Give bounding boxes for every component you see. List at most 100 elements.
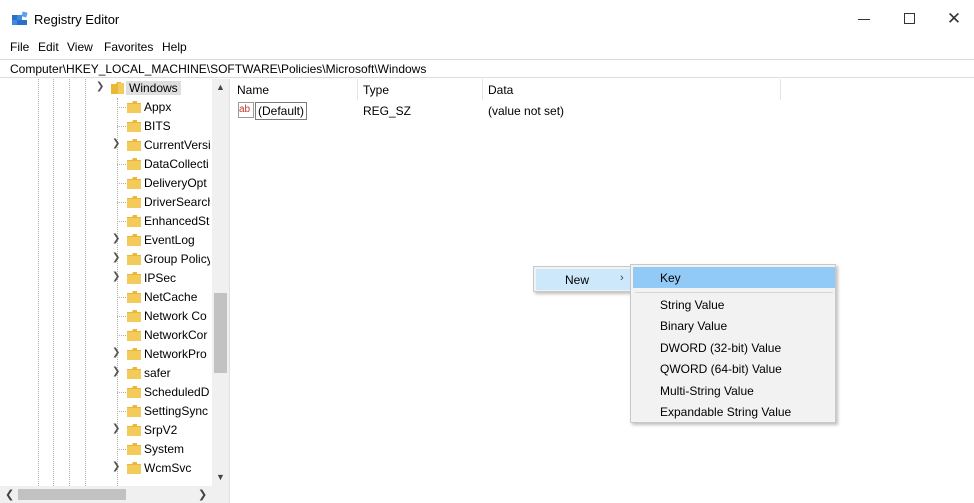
- chevron-right-icon[interactable]: ❯: [112, 366, 122, 377]
- scrollbar-thumb[interactable]: [18, 489, 126, 500]
- tree-item-datacollecti[interactable]: DataCollecti: [0, 155, 212, 174]
- folder-icon: [127, 386, 141, 398]
- folder-icon: [127, 443, 141, 455]
- tree-item-enhancedsto[interactable]: EnhancedSto: [0, 212, 212, 231]
- folder-icon: [127, 329, 141, 341]
- menu-item-multi-string-value[interactable]: Multi-String Value: [633, 380, 835, 401]
- tree-item-label: NetworkCor: [144, 328, 208, 342]
- menu-help[interactable]: Help: [162, 40, 187, 54]
- context-menu: New ›: [533, 266, 631, 292]
- folder-icon: [127, 215, 141, 227]
- close-button[interactable]: ✕: [932, 4, 974, 34]
- new-submenu: Key String Value Binary Value DWORD (32-…: [630, 264, 836, 423]
- folder-icon: [127, 177, 141, 189]
- tree-item-currentversi[interactable]: ❯ CurrentVersi: [0, 136, 212, 155]
- folder-icon: [127, 367, 141, 379]
- chevron-down-icon[interactable]: ❯: [96, 81, 106, 92]
- tree-item-wcmsvc[interactable]: ❯ WcmSvc: [0, 459, 212, 478]
- folder-icon: [127, 272, 141, 284]
- tree-item-safer[interactable]: ❯ safer: [0, 364, 212, 383]
- tree-item-driversearch[interactable]: DriverSearch: [0, 193, 212, 212]
- tree-item-label: SrpV2: [144, 423, 178, 437]
- value-type: REG_SZ: [363, 104, 412, 118]
- tree-item-label: DataCollecti: [144, 157, 209, 171]
- value-data: (value not set): [488, 104, 565, 118]
- column-header-name[interactable]: Name: [232, 79, 358, 100]
- minimize-button[interactable]: [842, 4, 886, 34]
- tree-item-label: NetworkPro: [144, 347, 207, 361]
- tree-connector: [117, 202, 126, 203]
- tree-vertical-scrollbar[interactable]: ▲ ▼: [212, 79, 229, 486]
- tree-item-label: Network Co: [144, 309, 207, 323]
- chevron-right-icon[interactable]: ❯: [112, 271, 122, 282]
- menu-item-dword-value[interactable]: DWORD (32-bit) Value: [633, 337, 835, 358]
- tree-item-system[interactable]: System: [0, 440, 212, 459]
- menu-item-new[interactable]: New ›: [536, 269, 630, 290]
- menu-item-label: Binary Value: [660, 319, 728, 333]
- tree-item-label: IPSec: [144, 271, 177, 285]
- chevron-right-icon[interactable]: ❯: [112, 138, 122, 149]
- tree-item-scheduledd[interactable]: ScheduledD: [0, 383, 212, 402]
- tree-horizontal-scrollbar[interactable]: ❮ ❯: [0, 486, 229, 503]
- menu-item-string-value[interactable]: String Value: [633, 294, 835, 315]
- tree-item-bits[interactable]: BITS: [0, 117, 212, 136]
- tree-connector: [117, 411, 126, 412]
- scroll-down-arrow-icon[interactable]: ▼: [216, 472, 225, 482]
- tree-item-networkcor[interactable]: NetworkCor: [0, 326, 212, 345]
- tree-item-network-co[interactable]: Network Co: [0, 307, 212, 326]
- tree-item-label: EnhancedSto: [144, 214, 210, 228]
- value-name[interactable]: (Default): [255, 102, 308, 120]
- tree-connector: [117, 316, 126, 317]
- window-title: Registry Editor: [34, 12, 120, 27]
- folder-icon: [127, 101, 141, 113]
- tree-item-label: WcmSvc: [144, 461, 192, 475]
- folder-icon: [127, 158, 141, 170]
- maximize-button[interactable]: [888, 4, 932, 34]
- chevron-right-icon[interactable]: ❯: [112, 461, 122, 472]
- tree-item-windows[interactable]: ❯ Windows: [0, 79, 212, 98]
- tree-connector: [117, 107, 126, 108]
- menu-file[interactable]: File: [10, 40, 29, 54]
- tree-item-label: EventLog: [144, 233, 195, 247]
- tree-item-netcache[interactable]: NetCache: [0, 288, 212, 307]
- chevron-right-icon[interactable]: ❯: [112, 347, 122, 358]
- folder-icon: [127, 424, 141, 436]
- close-icon: ✕: [946, 9, 962, 29]
- tree-item-deliveryopt[interactable]: DeliveryOpt: [0, 174, 212, 193]
- folder-icon: [127, 348, 141, 360]
- menu-favorites[interactable]: Favorites: [104, 40, 153, 54]
- menu-item-key[interactable]: Key: [633, 267, 835, 288]
- menu-item-label: Key: [660, 271, 681, 285]
- chevron-right-icon[interactable]: ❯: [112, 233, 122, 244]
- menu-edit[interactable]: Edit: [38, 40, 59, 54]
- chevron-right-icon[interactable]: ❯: [112, 252, 122, 263]
- column-header-data[interactable]: Data: [483, 79, 781, 100]
- folder-icon: [127, 196, 141, 208]
- menu-item-label: New: [565, 273, 590, 287]
- column-header-type[interactable]: Type: [358, 79, 483, 100]
- scrollbar-thumb[interactable]: [214, 293, 227, 373]
- tree-item-settingsync[interactable]: SettingSync: [0, 402, 212, 421]
- tree-item-eventlog[interactable]: ❯ EventLog: [0, 231, 212, 250]
- chevron-right-icon: ›: [620, 272, 624, 284]
- chevron-right-icon[interactable]: ❯: [112, 423, 122, 434]
- tree-item-networkpro[interactable]: ❯ NetworkPro: [0, 345, 212, 364]
- menu-view[interactable]: View: [67, 40, 93, 54]
- address-bar[interactable]: Computer\HKEY_LOCAL_MACHINE\SOFTWARE\Pol…: [0, 59, 974, 78]
- value-row[interactable]: ab (Default) REG_SZ (value not set): [232, 101, 974, 121]
- scroll-right-arrow-icon[interactable]: ❯: [198, 488, 207, 501]
- tree-item-label: safer: [144, 366, 171, 380]
- minimize-icon: [858, 19, 870, 20]
- menu-item-binary-value[interactable]: Binary Value: [633, 315, 835, 336]
- tree-item-appx[interactable]: Appx: [0, 98, 212, 117]
- tree-item-ipsec[interactable]: ❯ IPSec: [0, 269, 212, 288]
- tree-connector: [117, 392, 126, 393]
- scroll-left-arrow-icon[interactable]: ❮: [5, 488, 14, 501]
- tree-connector: [117, 335, 126, 336]
- menu-item-qword-value[interactable]: QWORD (64-bit) Value: [633, 358, 835, 379]
- scroll-up-arrow-icon[interactable]: ▲: [216, 82, 225, 92]
- tree-item-srpv2[interactable]: ❯ SrpV2: [0, 421, 212, 440]
- menu-item-expandable-string-value[interactable]: Expandable String Value: [633, 401, 835, 422]
- tree-item-group-policy[interactable]: ❯ Group Policy: [0, 250, 212, 269]
- folder-icon: [127, 310, 141, 322]
